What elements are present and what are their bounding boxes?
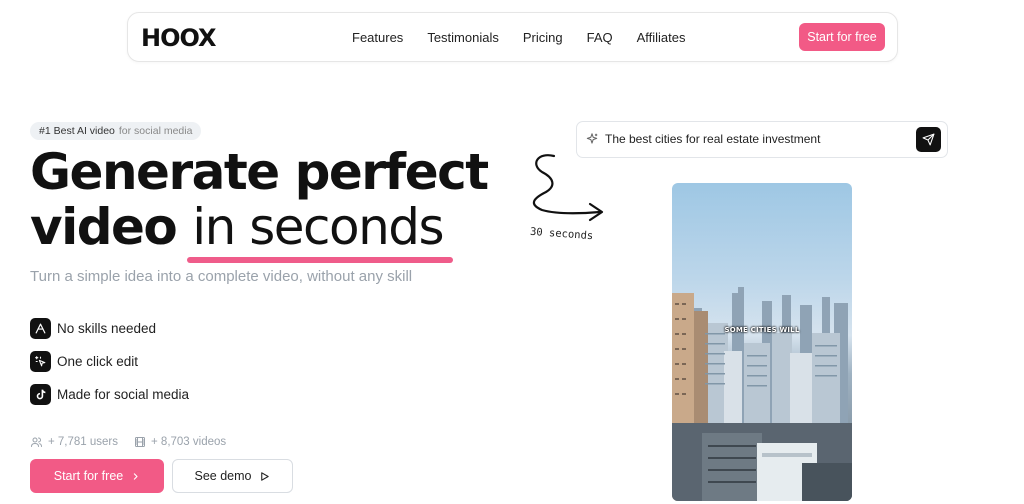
nav-links: Features Testimonials Pricing FAQ Affili… bbox=[352, 30, 686, 45]
videos-count: + 8,703 videos bbox=[151, 436, 227, 448]
feature-one-click: One click edit bbox=[30, 351, 138, 372]
nav-link-pricing[interactable]: Pricing bbox=[523, 30, 563, 45]
users-count: + 7,781 users bbox=[48, 436, 119, 448]
hero-title-light: in seconds bbox=[192, 198, 444, 256]
send-button[interactable] bbox=[916, 127, 941, 152]
start-button-label: Start for free bbox=[53, 469, 124, 483]
feature-no-skills: No skills needed bbox=[30, 318, 156, 339]
chevron-right-icon bbox=[134, 472, 138, 480]
video-preview[interactable]: SOME CITIES WILL bbox=[672, 183, 852, 501]
title-underline bbox=[187, 257, 453, 263]
nav-start-button[interactable]: Start for free bbox=[799, 23, 885, 51]
hero-title: Generate perfect video in seconds bbox=[30, 143, 489, 255]
see-demo-button[interactable]: See demo bbox=[172, 459, 293, 493]
squiggle-arrow-icon bbox=[532, 154, 604, 222]
hero-title-line1: Generate perfect bbox=[30, 143, 489, 201]
videos-stat: + 8,703 videos bbox=[134, 436, 226, 448]
prompt-text: The best cities for real estate investme… bbox=[605, 132, 821, 146]
feature-social: Made for social media bbox=[30, 384, 189, 405]
nav-link-features[interactable]: Features bbox=[352, 30, 403, 45]
nav-link-affiliates[interactable]: Affiliates bbox=[637, 30, 686, 45]
send-icon bbox=[922, 133, 935, 146]
demo-button-label: See demo bbox=[194, 469, 252, 483]
navbar: HOOX Features Testimonials Pricing FAQ A… bbox=[127, 12, 898, 62]
logo[interactable]: HOOX bbox=[141, 24, 217, 52]
nav-link-faq[interactable]: FAQ bbox=[587, 30, 613, 45]
start-for-free-button[interactable]: Start for free bbox=[30, 459, 164, 493]
users-icon bbox=[31, 437, 42, 447]
badge-strong: #1 Best AI video bbox=[39, 125, 115, 137]
magic-cursor-icon bbox=[30, 351, 51, 372]
users-stat: + 7,781 users bbox=[30, 436, 118, 448]
feature-label: Made for social media bbox=[57, 387, 190, 402]
play-icon bbox=[261, 471, 270, 481]
city-skyline-image bbox=[672, 287, 852, 501]
hero-badge: #1 Best AI video for social media bbox=[30, 122, 202, 140]
sparkle-icon bbox=[586, 133, 598, 144]
badge-muted: for social media bbox=[118, 125, 193, 137]
film-icon bbox=[135, 437, 146, 447]
pen-nib-icon bbox=[30, 318, 51, 339]
video-caption: SOME CITIES WILL bbox=[724, 326, 800, 334]
hero-title-bold: video bbox=[30, 198, 178, 256]
feature-label: One click edit bbox=[57, 354, 139, 369]
nav-link-testimonials[interactable]: Testimonials bbox=[427, 30, 499, 45]
feature-label: No skills needed bbox=[57, 321, 157, 336]
hero-title-line2: video in seconds bbox=[30, 200, 488, 255]
prompt-input[interactable]: The best cities for real estate investme… bbox=[576, 121, 948, 158]
tiktok-icon bbox=[30, 384, 51, 405]
hero-subtitle: Turn a simple idea into a complete video… bbox=[30, 268, 413, 285]
stats-row: + 7,781 users + 8,703 videos bbox=[30, 436, 226, 448]
